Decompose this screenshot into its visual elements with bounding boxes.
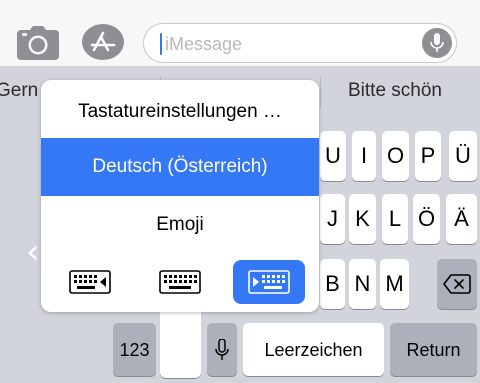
key-label: M xyxy=(385,271,404,296)
chevron-left-icon[interactable]: ‹ xyxy=(26,232,40,272)
menu-item-emoji[interactable]: Emoji xyxy=(41,196,319,254)
dictation-button[interactable] xyxy=(422,28,452,58)
return-key[interactable]: Return xyxy=(390,323,477,376)
key-label: L xyxy=(388,206,402,231)
microphone-icon xyxy=(215,338,229,360)
key-label: Ö xyxy=(417,206,436,231)
key-label: J xyxy=(327,206,338,231)
key-o[interactable]: O xyxy=(382,131,409,181)
key-p[interactable]: P xyxy=(415,131,441,181)
menu-item-label: Tastatureinstellungen … xyxy=(78,101,282,122)
message-placeholder: iMessage xyxy=(165,34,243,54)
space-key[interactable]: Leerzeichen xyxy=(243,323,384,376)
key-label: N xyxy=(354,271,371,296)
key-label: 123 xyxy=(119,339,150,360)
keyboard-left-handed-button[interactable] xyxy=(54,260,126,304)
key-label: K xyxy=(355,206,370,231)
keyboard-icon xyxy=(248,270,290,294)
key-label: I xyxy=(360,143,368,168)
key-label: Ü xyxy=(455,143,471,168)
keyboard-switcher-menu: Tastatureinstellungen … Deutsch (Österre… xyxy=(41,80,319,312)
message-input[interactable]: iMessage xyxy=(143,23,457,63)
camera-button[interactable] xyxy=(17,26,59,60)
prediction-right[interactable]: Bitte schön xyxy=(348,80,442,102)
menu-item-german-austria[interactable]: Deutsch (Österreich) xyxy=(41,138,319,196)
key-label: O xyxy=(386,143,405,168)
camera-icon xyxy=(17,26,59,60)
key-b[interactable]: B xyxy=(320,259,345,309)
message-bar: iMessage xyxy=(0,0,480,66)
key-i[interactable]: I xyxy=(352,131,376,181)
key-m[interactable]: M xyxy=(380,259,409,309)
keyboard-right-handed-button[interactable] xyxy=(233,260,305,304)
key-k[interactable]: K xyxy=(349,194,376,244)
menu-item-label: Emoji xyxy=(156,214,204,235)
key-label: Return xyxy=(406,339,461,360)
app-store-button[interactable] xyxy=(82,24,124,60)
key-label: P xyxy=(420,143,436,168)
key-label: U xyxy=(325,143,341,168)
menu-item-keyboard-settings[interactable]: Tastatureinstellungen … xyxy=(41,83,319,141)
key-u[interactable]: U xyxy=(320,131,346,181)
backspace-key[interactable] xyxy=(437,259,477,309)
keyboard-icon xyxy=(69,270,111,294)
prediction-divider xyxy=(320,76,321,108)
dictation-key[interactable] xyxy=(207,323,237,376)
prediction-left[interactable]: Gern xyxy=(0,80,38,102)
keyboard-default-button[interactable] xyxy=(144,260,216,304)
key-ae[interactable]: Ä xyxy=(446,194,477,244)
app-store-icon xyxy=(90,31,116,52)
numbers-key[interactable]: 123 xyxy=(113,323,156,376)
backspace-icon xyxy=(443,274,471,294)
microphone-icon xyxy=(430,33,444,52)
key-j[interactable]: J xyxy=(320,194,345,244)
text-caret xyxy=(160,33,162,55)
key-label: B xyxy=(325,271,340,296)
key-n[interactable]: N xyxy=(349,259,376,309)
key-oe[interactable]: Ö xyxy=(413,194,440,244)
keyboard-icon xyxy=(159,270,201,294)
key-l[interactable]: L xyxy=(382,194,408,244)
key-label: Leerzeichen xyxy=(264,339,363,360)
menu-item-label: Deutsch (Österreich) xyxy=(92,156,268,177)
key-ue[interactable]: Ü xyxy=(449,131,477,181)
key-label: Ä xyxy=(454,206,469,231)
